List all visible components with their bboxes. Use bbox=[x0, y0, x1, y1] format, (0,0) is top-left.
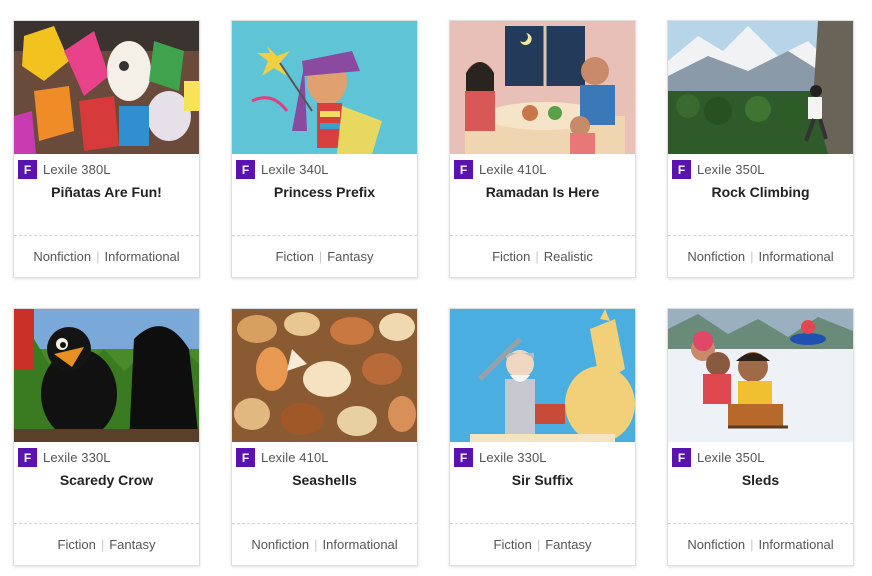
lexile-label: Lexile 340L bbox=[261, 162, 329, 177]
genre-subtype: Fantasy bbox=[545, 537, 592, 552]
lexile-label: Lexile 410L bbox=[479, 162, 547, 177]
book-title[interactable]: Princess Prefix bbox=[232, 184, 417, 200]
lexile-label: Lexile 350L bbox=[697, 162, 765, 177]
genre-type: Nonfiction bbox=[33, 249, 92, 264]
divider bbox=[232, 523, 417, 524]
level-badge: F bbox=[454, 160, 473, 179]
divider bbox=[450, 523, 635, 524]
book-card-sleds[interactable]: F Lexile 350L Sleds Nonfiction | Informati… bbox=[667, 308, 854, 566]
level-badge: F bbox=[672, 160, 691, 179]
book-cover-image[interactable] bbox=[450, 21, 635, 154]
genre-separator: | bbox=[96, 249, 100, 264]
genre-type: Nonfiction bbox=[687, 537, 746, 552]
genre-separator: | bbox=[318, 249, 323, 264]
lexile-label: Lexile 410L bbox=[261, 450, 329, 465]
book-cover-image[interactable] bbox=[232, 21, 417, 154]
book-card-ramadan-is-here[interactable]: F Lexile 410L Ramadan Is Here Fiction | Re… bbox=[449, 20, 636, 278]
book-card-scaredy-crow[interactable]: F Lexile 330L Scaredy Crow Fiction | Fanta… bbox=[13, 308, 200, 566]
book-title[interactable]: Scaredy Crow bbox=[14, 472, 199, 488]
genre-type: Nonfiction bbox=[251, 537, 310, 552]
book-title[interactable]: Rock Climbing bbox=[668, 184, 853, 200]
book-card-pinatas[interactable]: F Lexile 380L Piñatas Are Fun! Nonfictio… bbox=[13, 20, 200, 278]
genre-separator: | bbox=[536, 537, 541, 552]
level-badge: F bbox=[18, 160, 37, 179]
level-badge: F bbox=[18, 448, 37, 467]
genre-separator: | bbox=[100, 537, 105, 552]
genre-separator: | bbox=[535, 249, 539, 264]
genre-type: Nonfiction bbox=[687, 249, 746, 264]
lexile-label: Lexile 350L bbox=[697, 450, 765, 465]
genre-subtype: Informational bbox=[104, 249, 180, 264]
genre-type: Fiction bbox=[275, 249, 314, 264]
genre-tags: Nonfiction | Informational bbox=[232, 537, 417, 552]
genre-subtype: Informational bbox=[758, 537, 834, 552]
lexile-label: Lexile 380L bbox=[43, 162, 111, 177]
book-title[interactable]: Seashells bbox=[232, 472, 417, 488]
level-badge: F bbox=[454, 448, 473, 467]
genre-subtype: Fantasy bbox=[327, 249, 374, 264]
genre-subtype: Realistic bbox=[543, 249, 593, 264]
divider bbox=[668, 523, 853, 524]
book-title[interactable]: Piñatas Are Fun! bbox=[14, 184, 199, 200]
book-card-sir-suffix[interactable]: F Lexile 330L Sir Suffix Fiction | Fantasy bbox=[449, 308, 636, 566]
genre-separator: | bbox=[750, 249, 754, 264]
divider bbox=[14, 523, 199, 524]
divider bbox=[450, 235, 635, 236]
book-cover-image[interactable] bbox=[232, 309, 417, 442]
genre-tags: Nonfiction | Informational bbox=[14, 249, 199, 264]
divider bbox=[232, 235, 417, 236]
genre-subtype: Fantasy bbox=[109, 537, 156, 552]
level-badge: F bbox=[236, 448, 255, 467]
genre-tags: Fiction | Fantasy bbox=[14, 537, 199, 552]
book-card-seashells[interactable]: F Lexile 410L Seashells Nonfiction | Infor… bbox=[231, 308, 418, 566]
book-cover-image[interactable] bbox=[450, 309, 635, 442]
genre-tags: Fiction | Realistic bbox=[450, 249, 635, 264]
genre-type: Fiction bbox=[492, 249, 531, 264]
book-card-rock-climbing[interactable]: F Lexile 350L Rock Climbing Nonfiction | I… bbox=[667, 20, 854, 278]
book-title[interactable]: Sleds bbox=[668, 472, 853, 488]
book-cover-image[interactable] bbox=[668, 21, 853, 154]
genre-subtype: Informational bbox=[322, 537, 398, 552]
book-cover-image[interactable] bbox=[668, 309, 853, 442]
lexile-label: Lexile 330L bbox=[479, 450, 547, 465]
divider bbox=[14, 235, 199, 236]
book-title[interactable]: Sir Suffix bbox=[450, 472, 635, 488]
level-badge: F bbox=[672, 448, 691, 467]
genre-tags: Fiction | Fantasy bbox=[450, 537, 635, 552]
genre-type: Fiction bbox=[57, 537, 96, 552]
level-badge: F bbox=[236, 160, 255, 179]
lexile-label: Lexile 330L bbox=[43, 450, 111, 465]
book-title[interactable]: Ramadan Is Here bbox=[450, 184, 635, 200]
book-cover-image[interactable] bbox=[14, 309, 199, 442]
book-cover-image[interactable] bbox=[14, 21, 199, 154]
genre-tags: Nonfiction | Informational bbox=[668, 537, 853, 552]
genre-separator: | bbox=[750, 537, 754, 552]
book-card-princess-prefix[interactable]: F Lexile 340L Princess Prefix Fiction | Fa… bbox=[231, 20, 418, 278]
genre-tags: Nonfiction | Informational bbox=[668, 249, 853, 264]
divider bbox=[668, 235, 853, 236]
genre-tags: Fiction | Fantasy bbox=[232, 249, 417, 264]
genre-separator: | bbox=[314, 537, 318, 552]
genre-subtype: Informational bbox=[758, 249, 834, 264]
genre-type: Fiction bbox=[493, 537, 532, 552]
